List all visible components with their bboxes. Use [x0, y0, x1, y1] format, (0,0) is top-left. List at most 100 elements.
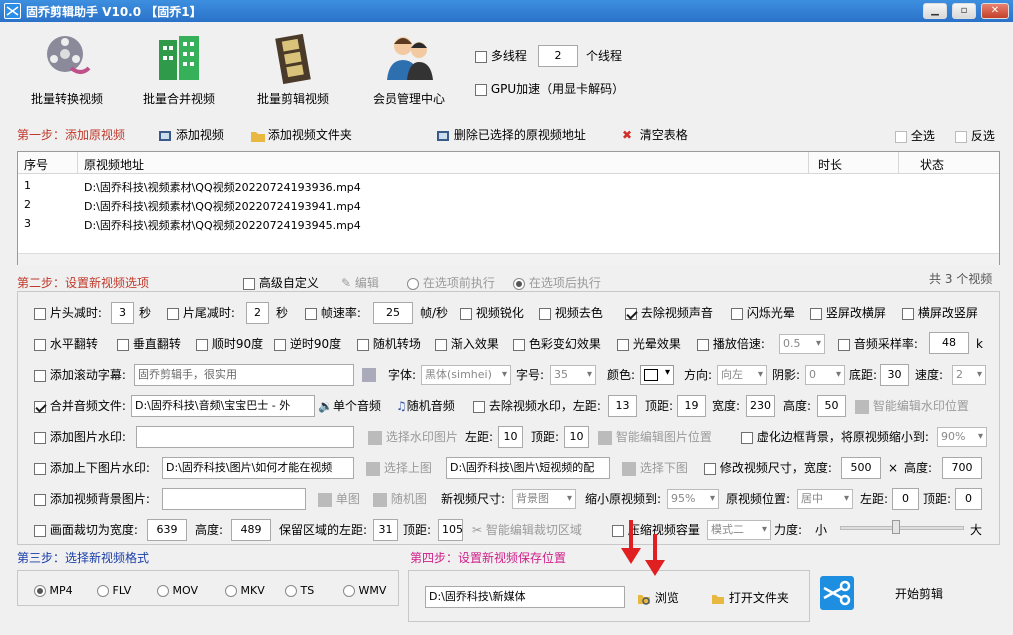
hflip-checkbox[interactable] [34, 338, 46, 351]
blur-border-checkbox[interactable] [741, 431, 753, 444]
head-cut-checkbox[interactable] [34, 307, 46, 320]
decolor-option[interactable]: 视频去色 [539, 305, 603, 321]
fps-checkbox[interactable] [305, 307, 317, 320]
sharpen-checkbox[interactable] [460, 307, 472, 320]
col-duration-header[interactable]: 时长 [818, 156, 842, 173]
gpu-checkbox[interactable] [475, 83, 487, 96]
cw90-checkbox[interactable] [196, 338, 208, 351]
color-fx-option[interactable]: 色彩变幻效果 [513, 336, 601, 352]
image-watermark-input[interactable] [136, 426, 354, 448]
random-transition-checkbox[interactable] [357, 338, 369, 351]
img-left-input[interactable]: 10 [498, 426, 523, 448]
bottom-input[interactable]: 30 [880, 364, 909, 386]
scroll-subtitle-option[interactable]: 添加滚动字幕: [34, 367, 126, 383]
v2h-checkbox[interactable] [810, 307, 822, 320]
blur-shrink-select[interactable]: 90% [937, 427, 987, 447]
table-row[interactable]: 1 D:\固乔科技\视频素材\QQ视频20220724193936.mp4 [18, 176, 999, 195]
format-radio[interactable] [225, 584, 237, 597]
fps-input[interactable]: 25 [373, 302, 413, 324]
thread-count-input[interactable]: 2 [538, 45, 578, 67]
format-option-mp4[interactable]: MP4 [34, 582, 73, 599]
image-watermark-checkbox[interactable] [34, 431, 46, 444]
bg-left-input[interactable]: 0 [892, 488, 919, 510]
crop-option[interactable]: 画面裁切为宽度: [34, 522, 138, 538]
sample-rate-option[interactable]: 音频采样率: [838, 336, 918, 352]
keep-left-input[interactable]: 31 [373, 519, 398, 541]
merge-audio-checkbox[interactable] [34, 400, 46, 413]
remove-audio-option[interactable]: 去除视频声音 [625, 305, 713, 321]
smart-watermark-button[interactable]: 智能编辑水印位置 [855, 398, 969, 414]
speed-checkbox[interactable] [697, 338, 709, 351]
smart-image-position-button[interactable]: 智能编辑图片位置 [598, 429, 712, 445]
size-select[interactable]: 35 [550, 365, 596, 385]
strength-slider-track[interactable] [840, 526, 964, 530]
sharpen-option[interactable]: 视频锐化 [460, 305, 524, 321]
single-image-button[interactable]: 单图 [318, 491, 360, 507]
minimize-button[interactable]: ▁ [923, 3, 947, 19]
smart-crop-button[interactable]: ✂ 智能编辑裁切区域 [472, 522, 582, 538]
format-option-wmv[interactable]: WMV [343, 582, 386, 599]
flash-checkbox[interactable] [731, 307, 743, 320]
new-size-select[interactable]: 背景图 [512, 489, 576, 509]
crop-height-input[interactable]: 489 [231, 519, 271, 541]
before-option[interactable]: 在选项前执行 [407, 275, 495, 291]
single-audio-button[interactable]: 🔉单个音频 [318, 398, 381, 414]
h2v-checkbox[interactable] [902, 307, 914, 320]
remove-watermark-checkbox[interactable] [473, 400, 485, 413]
wm-left-input[interactable]: 13 [608, 395, 637, 417]
format-radio[interactable] [285, 584, 297, 597]
edit-button[interactable]: ✎ 编辑 [341, 275, 379, 291]
invert-selection-button[interactable]: 反选 [955, 128, 995, 144]
hflip-option[interactable]: 水平翻转 [34, 336, 98, 352]
bottom-image-input[interactable]: D:\固乔科技\图片\短视频的配 [446, 457, 610, 479]
image-watermark-option[interactable]: 添加图片水印: [34, 429, 126, 445]
top-bottom-image-option[interactable]: 添加上下图片水印: [34, 460, 150, 476]
color-fx-checkbox[interactable] [513, 338, 525, 351]
random-audio-button[interactable]: ♫随机音频 [396, 398, 455, 414]
maximize-button[interactable]: ▫ [952, 3, 976, 19]
shrink-select[interactable]: 95% [667, 489, 719, 509]
sample-rate-input[interactable]: 48 [929, 332, 969, 354]
clear-table-button[interactable]: ✖ 清空表格 [622, 127, 688, 143]
compress-mode-select[interactable]: 模式二 [707, 520, 771, 540]
resize-video-checkbox[interactable] [704, 462, 716, 475]
wm-width-input[interactable]: 230 [746, 395, 775, 417]
choose-watermark-image-button[interactable]: 选择水印图片 [368, 429, 458, 445]
resize-width-input[interactable]: 500 [841, 457, 881, 479]
member-center-button[interactable]: 会员管理中心 [359, 32, 459, 107]
format-option-flv[interactable]: FLV [97, 582, 131, 599]
add-video-button[interactable]: 添加视频 [158, 127, 224, 143]
col-index-header[interactable]: 序号 [24, 156, 48, 173]
h2v-option[interactable]: 横屏改竖屏 [902, 305, 978, 321]
tail-cut-option[interactable]: 片尾减时: [167, 305, 235, 321]
format-option-mkv[interactable]: MKV [225, 582, 265, 599]
video-table[interactable]: 序号 原视频地址 时长 状态 1 D:\固乔科技\视频素材\QQ视频2022072… [17, 151, 1000, 265]
random-transition-option[interactable]: 随机转场 [357, 336, 421, 352]
subtitle-text-input[interactable]: 固乔剪辑手，很实用 [134, 364, 354, 386]
background-image-option[interactable]: 添加视频背景图片: [34, 491, 150, 507]
format-radio[interactable] [97, 584, 109, 597]
remove-watermark-option[interactable]: 去除视频水印，左距: [473, 398, 601, 414]
v2h-option[interactable]: 竖屏改横屏 [810, 305, 886, 321]
format-radio[interactable] [157, 584, 169, 597]
strength-slider-thumb[interactable] [891, 520, 900, 534]
keep-top-input[interactable]: 105 [438, 519, 463, 541]
table-row[interactable]: 2 D:\固乔科技\视频素材\QQ视频20220724193941.mp4 [18, 195, 999, 214]
font-select[interactable]: 黑体(simhei) [421, 365, 511, 385]
fadein-checkbox[interactable] [435, 338, 447, 351]
advanced-checkbox[interactable] [243, 277, 255, 290]
ccw90-option[interactable]: 逆时90度 [274, 336, 341, 352]
merge-audio-option[interactable]: 合并音频文件: [34, 398, 126, 414]
choose-bottom-image-button[interactable]: 选择下图 [622, 460, 688, 476]
top-bottom-image-checkbox[interactable] [34, 462, 46, 475]
speed-select[interactable]: 0.5 [779, 334, 825, 354]
select-all-button[interactable]: 全选 [895, 128, 935, 144]
format-option-mov[interactable]: MOV [157, 582, 198, 599]
remove-audio-checkbox[interactable] [625, 307, 637, 320]
resize-height-input[interactable]: 700 [942, 457, 982, 479]
color-picker[interactable]: ▾ [640, 365, 674, 385]
decolor-checkbox[interactable] [539, 307, 551, 320]
vflip-checkbox[interactable] [117, 338, 129, 351]
scissors-icon[interactable] [820, 576, 854, 610]
top-image-input[interactable]: D:\固乔科技\图片\如何才能在视频 [162, 457, 354, 479]
